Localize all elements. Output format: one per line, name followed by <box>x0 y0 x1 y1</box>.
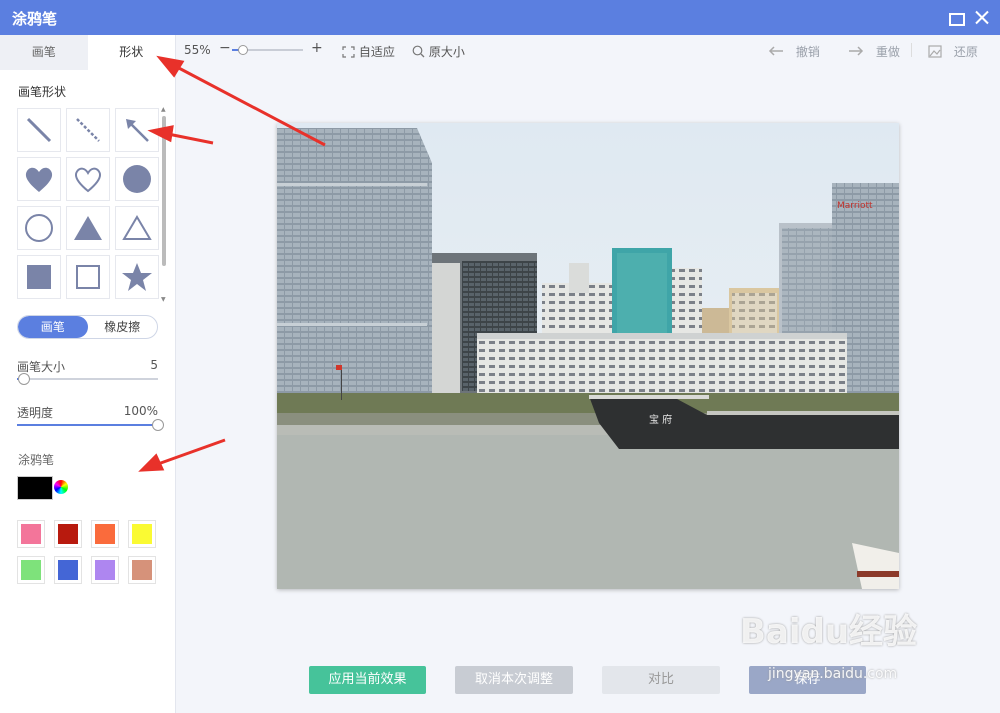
undo-label: 撤销 <box>795 45 820 59</box>
shape-grid <box>17 108 160 299</box>
toolbar: 55% − + 自适应 原大小 撤销 重做 还原 <box>176 35 1000 65</box>
circle-filled-icon[interactable] <box>115 157 159 201</box>
square-outline-icon[interactable] <box>66 255 110 299</box>
zoom-out-button[interactable]: − <box>219 40 231 56</box>
color-swatch-5[interactable] <box>17 556 45 584</box>
watermark-logo: Baidu经验 <box>740 612 918 652</box>
undo-icon <box>768 46 783 56</box>
restore-button[interactable]: 还原 <box>928 43 978 60</box>
heart-filled-icon[interactable] <box>17 157 61 201</box>
svg-text:Marriott: Marriott <box>837 201 873 211</box>
color-wheel-icon[interactable] <box>54 480 68 494</box>
apply-button[interactable]: 应用当前效果 <box>309 666 426 694</box>
color-swatch-3[interactable] <box>91 520 119 548</box>
opacity-slider-row: 透明度 100% <box>17 404 164 431</box>
brush-size-label: 画笔大小 <box>17 360 66 374</box>
opacity-knob[interactable] <box>152 419 164 431</box>
current-color-swatch[interactable] <box>17 476 53 500</box>
toolbar-divider <box>911 43 912 57</box>
triangle-outline-icon[interactable] <box>115 206 159 250</box>
shape-scrollbar[interactable]: ▲ ▼ <box>161 106 167 303</box>
line-icon[interactable] <box>17 108 61 152</box>
tab-shape[interactable]: 形状 <box>87 35 175 70</box>
color-swatch-1[interactable] <box>17 520 45 548</box>
color-swatch-4[interactable] <box>128 520 156 548</box>
close-icon[interactable] <box>972 8 992 28</box>
restore-label: 还原 <box>953 45 978 59</box>
shape-section-label: 画笔形状 <box>18 85 67 99</box>
baidu-watermark: Baidu经验 jingyan.baidu.com <box>740 604 918 682</box>
opacity-value: 100% <box>123 404 158 418</box>
triangle-filled-icon[interactable] <box>66 206 110 250</box>
color-palette <box>17 520 156 584</box>
original-size-button[interactable]: 原大小 <box>412 43 465 60</box>
brush-size-value: 5 <box>150 358 158 372</box>
sidebar: 画笔 形状 画笔形状 ▲ ▼ 画笔 橡皮擦 画笔大小 5 透明度 100% 涂鸦… <box>0 35 176 713</box>
opacity-slider[interactable] <box>17 419 164 431</box>
canvas-image[interactable]: Marriott 宝 府 <box>277 123 899 589</box>
tab-brush[interactable]: 画笔 <box>0 35 88 70</box>
harbor-photo: Marriott 宝 府 <box>277 123 899 589</box>
compare-button[interactable]: 对比 <box>602 666 720 694</box>
image-icon <box>928 45 942 58</box>
circle-outline-icon[interactable] <box>17 206 61 250</box>
brush-size-knob[interactable] <box>18 373 31 385</box>
color-swatch-7[interactable] <box>91 556 119 584</box>
color-swatch-8[interactable] <box>128 556 156 584</box>
arrow-icon[interactable] <box>115 108 159 152</box>
fit-label: 自适应 <box>358 45 395 59</box>
opacity-label: 透明度 <box>17 406 54 420</box>
color-swatch-2[interactable] <box>54 520 82 548</box>
redo-button[interactable]: 重做 <box>848 43 900 60</box>
window-title: 涂鸦笔 <box>12 10 58 28</box>
square-filled-icon[interactable] <box>17 255 61 299</box>
magnifier-icon <box>412 45 425 58</box>
original-size-label: 原大小 <box>428 45 465 59</box>
fit-button[interactable]: 自适应 <box>342 43 395 60</box>
star-filled-icon[interactable] <box>115 255 159 299</box>
cancel-button[interactable]: 取消本次调整 <box>455 666 573 694</box>
sidebar-tabs: 画笔 形状 <box>0 35 175 70</box>
watermark-url: jingyan.baidu.com <box>768 666 898 682</box>
brush-mode-toggle: 画笔 橡皮擦 <box>17 315 158 339</box>
ship-name-text: 宝 府 <box>649 413 672 426</box>
color-section-label: 涂鸦笔 <box>18 453 55 467</box>
dashed-line-icon[interactable] <box>66 108 110 152</box>
heart-outline-icon[interactable] <box>66 157 110 201</box>
maximize-icon[interactable] <box>946 8 966 28</box>
eraser-mode-button[interactable]: 橡皮擦 <box>88 316 158 338</box>
zoom-level: 55% <box>184 43 211 57</box>
zoom-in-button[interactable]: + <box>311 40 323 56</box>
brush-size-slider-row: 画笔大小 5 <box>17 358 158 385</box>
brush-mode-button[interactable]: 画笔 <box>18 316 88 338</box>
zoom-slider[interactable] <box>232 45 303 55</box>
scrollbar-thumb[interactable] <box>162 116 166 266</box>
brush-size-slider[interactable] <box>17 373 158 385</box>
title-bar: 涂鸦笔 <box>0 0 1000 35</box>
color-swatch-6[interactable] <box>54 556 82 584</box>
undo-button[interactable]: 撤销 <box>768 43 820 60</box>
fit-icon <box>342 46 355 58</box>
zoom-knob[interactable] <box>238 45 248 55</box>
redo-icon <box>849 46 864 56</box>
redo-label: 重做 <box>875 45 900 59</box>
